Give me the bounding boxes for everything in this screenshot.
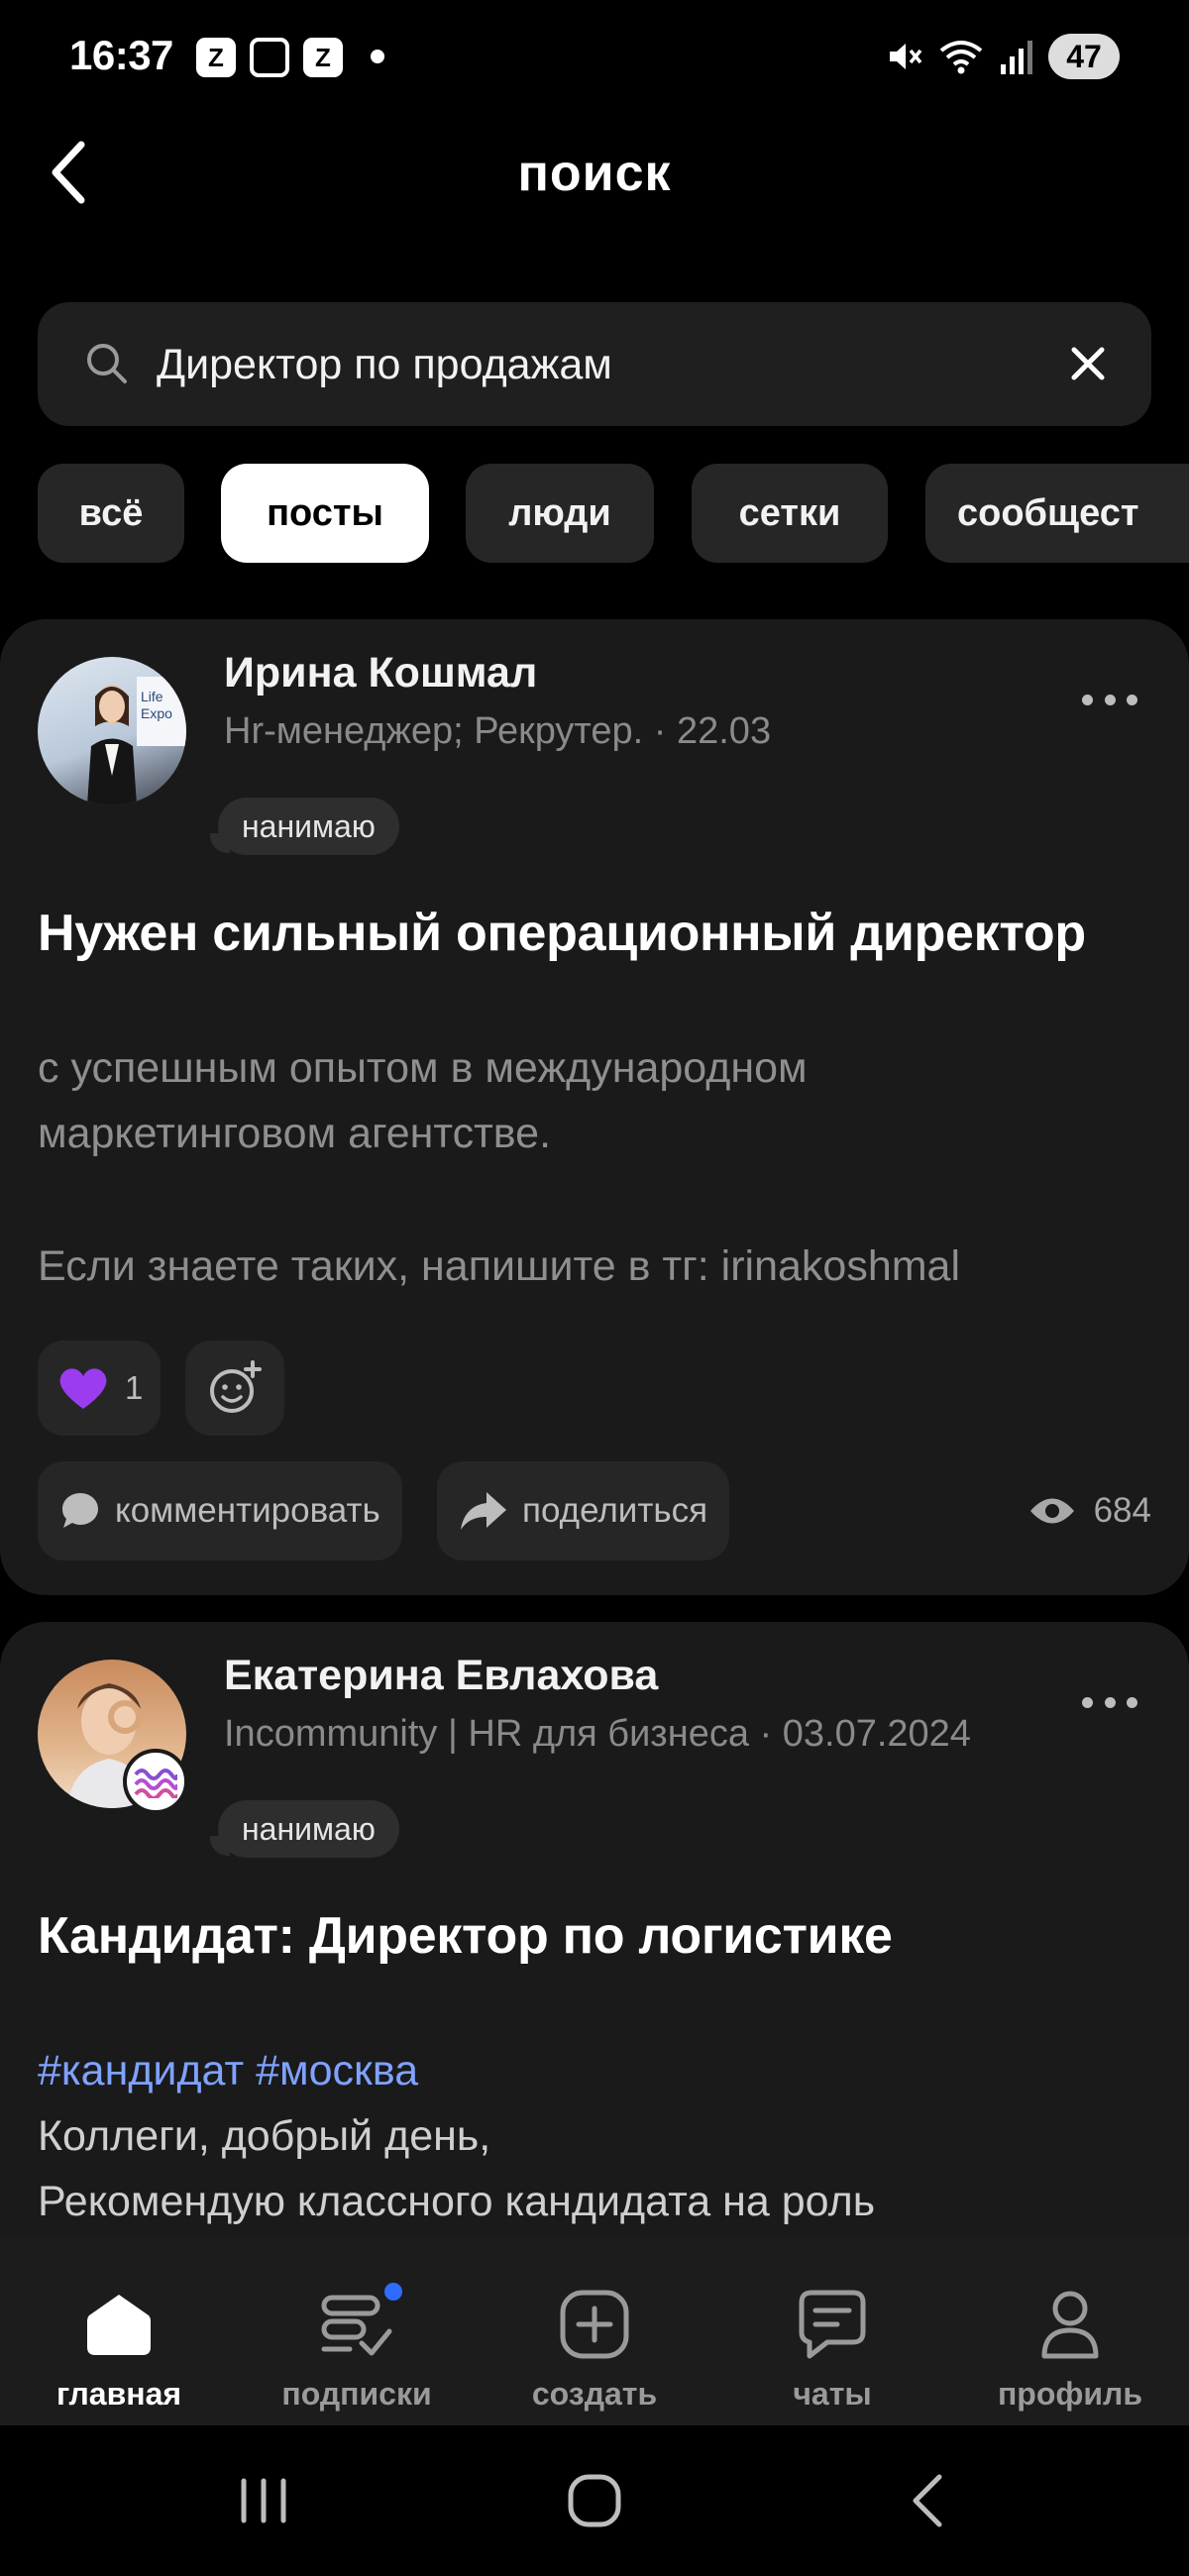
add-reaction-icon bbox=[210, 1360, 262, 1413]
nav-label: создать bbox=[531, 2376, 658, 2412]
more-options-icon[interactable] bbox=[1082, 1694, 1137, 1710]
filter-chip-communities[interactable]: сообщест bbox=[925, 464, 1189, 563]
app-notification-icon: Z bbox=[303, 38, 343, 77]
system-back-icon bbox=[913, 2474, 942, 2527]
community-badge-icon bbox=[123, 1749, 188, 1814]
post-text-line: Коллеги, добрый день, bbox=[38, 2112, 491, 2160]
post-text-line: с успешным опытом в международном bbox=[38, 1044, 808, 1092]
filter-chip-posts[interactable]: посты bbox=[221, 464, 429, 563]
profile-icon bbox=[1030, 2285, 1110, 2364]
share-label: поделиться bbox=[522, 1491, 708, 1530]
comment-icon bbox=[62, 1493, 98, 1528]
post-text-line: маркетинговом агентстве. bbox=[38, 1110, 552, 1157]
nav-item-subscriptions[interactable]: подписки bbox=[238, 2237, 476, 2425]
screenshot-icon bbox=[250, 38, 289, 77]
views-counter: 684 bbox=[1028, 1491, 1151, 1531]
reaction-heart-button[interactable]: 1 bbox=[38, 1341, 161, 1436]
comment-label: комментировать bbox=[115, 1491, 380, 1530]
signal-icon bbox=[1001, 41, 1032, 74]
avatar-logo-text: Life bbox=[141, 689, 163, 704]
nav-item-chats[interactable]: чаты bbox=[713, 2237, 951, 2425]
home-icon bbox=[79, 2285, 159, 2364]
post-text-line: Если знаете таких, напишите в тг: irinak… bbox=[38, 1242, 961, 1290]
chats-icon bbox=[793, 2285, 872, 2364]
clear-search-icon[interactable] bbox=[1064, 340, 1112, 387]
post-title: Нужен сильный операционный директор bbox=[38, 905, 1086, 962]
search-box[interactable] bbox=[38, 302, 1151, 426]
nav-label: чаты bbox=[793, 2376, 872, 2412]
nav-label: профиль bbox=[997, 2376, 1143, 2412]
more-notifications-dot bbox=[371, 50, 384, 63]
nav-label: подписки bbox=[281, 2376, 432, 2412]
post-title: Кандидат: Директор по логистике bbox=[38, 1907, 893, 1965]
status-badge: нанимаю bbox=[210, 798, 399, 855]
more-options-icon[interactable] bbox=[1082, 692, 1137, 707]
nav-item-home[interactable]: главная bbox=[0, 2237, 238, 2425]
filter-chip-all[interactable]: всё bbox=[38, 464, 184, 563]
status-time: 16:37 bbox=[69, 32, 173, 78]
post-card[interactable]: Екатерина Евлахова Incommunity | HR для … bbox=[0, 1622, 1189, 2315]
add-reaction-button[interactable] bbox=[185, 1341, 284, 1436]
system-navigation-bar bbox=[0, 2425, 1189, 2576]
post-text-line: Рекомендую классного кандидата на роль bbox=[38, 2178, 876, 2225]
author-name[interactable]: Ирина Кошмал bbox=[224, 649, 537, 698]
share-button[interactable]: поделиться bbox=[437, 1461, 730, 1560]
status-badge: нанимаю bbox=[210, 1800, 399, 1858]
comment-button[interactable]: комментировать bbox=[38, 1461, 402, 1560]
avatar-logo-text: Expo bbox=[141, 705, 172, 721]
views-count: 684 bbox=[1093, 1491, 1151, 1530]
author-meta: Hr-менеджер; Рекрутер. · 22.03 bbox=[224, 710, 772, 752]
page-title: поиск bbox=[517, 145, 672, 202]
wifi-icon bbox=[939, 41, 983, 74]
author-name[interactable]: Екатерина Евлахова bbox=[224, 1652, 658, 1700]
search-icon bbox=[87, 344, 127, 383]
nav-item-profile[interactable]: профиль bbox=[951, 2237, 1189, 2425]
author-meta: Incommunity | HR для бизнеса · 03.07.202… bbox=[224, 1713, 971, 1755]
subscriptions-icon bbox=[317, 2283, 402, 2364]
recent-apps-icon bbox=[241, 2478, 286, 2523]
home-button[interactable] bbox=[555, 2465, 634, 2536]
post-card[interactable]: Life Expo Ирина Кошмал Hr-менеджер; Рекр… bbox=[0, 619, 1189, 1595]
status-bar: 16:37 Z Z 47 bbox=[0, 0, 1189, 114]
app-notification-icon: Z bbox=[196, 38, 236, 77]
notification-dot bbox=[384, 2283, 402, 2301]
battery-indicator: 47 bbox=[1048, 34, 1120, 79]
mute-icon bbox=[890, 44, 922, 69]
reaction-count: 1 bbox=[125, 1369, 144, 1406]
heart-icon bbox=[59, 1368, 107, 1409]
eye-icon bbox=[1029, 1498, 1074, 1524]
nav-label: главная bbox=[55, 2376, 182, 2412]
recent-apps-button[interactable] bbox=[224, 2465, 303, 2536]
system-back-button[interactable] bbox=[888, 2465, 967, 2536]
post-hashtags[interactable]: #кандидат #москва bbox=[38, 2038, 1147, 2103]
bottom-navigation: главная подписки создать чаты профиль bbox=[0, 2237, 1189, 2425]
search-input[interactable] bbox=[157, 332, 1048, 397]
filter-chip-people[interactable]: люди bbox=[466, 464, 654, 563]
share-icon bbox=[461, 1492, 506, 1530]
home-circle-icon bbox=[568, 2474, 621, 2527]
avatar[interactable]: Life Expo bbox=[38, 657, 186, 805]
avatar-photo: Life Expo bbox=[87, 677, 186, 805]
nav-item-create[interactable]: создать bbox=[476, 2237, 713, 2425]
filter-chip-grids[interactable]: сетки bbox=[692, 464, 888, 563]
create-icon bbox=[555, 2285, 634, 2364]
status-indicators: 47 bbox=[884, 30, 1120, 83]
